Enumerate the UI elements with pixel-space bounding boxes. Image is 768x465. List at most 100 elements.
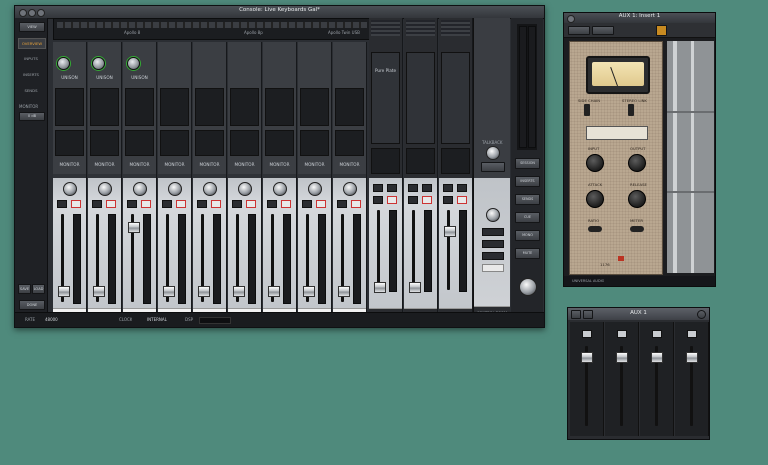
master-btn-3[interactable] xyxy=(482,252,504,260)
insert-slot[interactable] xyxy=(230,88,259,126)
solo-button[interactable] xyxy=(57,200,67,208)
aux-btn-c[interactable] xyxy=(373,196,383,204)
plugin-power-button[interactable] xyxy=(656,25,667,36)
aux-window-mute[interactable] xyxy=(687,330,697,338)
channel-fader[interactable] xyxy=(233,286,245,297)
sidebar-toggle-sends[interactable]: SENDS xyxy=(515,194,540,205)
attack-knob[interactable] xyxy=(586,190,604,208)
stereo-link-toggle[interactable] xyxy=(628,104,634,116)
talkback-knob[interactable] xyxy=(486,146,500,160)
nav-overview[interactable]: OVERVIEW xyxy=(18,38,46,49)
insert-slot[interactable] xyxy=(55,88,84,126)
aux-mute[interactable] xyxy=(387,196,397,204)
send-slot[interactable] xyxy=(160,130,189,156)
aux-window-fader[interactable] xyxy=(686,352,698,363)
aux-insert-slot[interactable] xyxy=(441,52,470,144)
send-slot[interactable] xyxy=(230,130,259,156)
mute-button[interactable] xyxy=(71,200,81,208)
mute-button[interactable] xyxy=(106,200,116,208)
aux-window-fader[interactable] xyxy=(651,352,663,363)
aux-window-mute[interactable] xyxy=(652,330,662,338)
mute-button[interactable] xyxy=(281,200,291,208)
output-knob[interactable] xyxy=(628,154,646,172)
aux-fader[interactable] xyxy=(444,226,456,237)
aux-close-button[interactable] xyxy=(697,310,706,319)
channel-fader[interactable] xyxy=(268,286,280,297)
aux-window-fader[interactable] xyxy=(616,352,628,363)
aux-window-mute[interactable] xyxy=(582,330,592,338)
send-slot[interactable] xyxy=(55,130,84,156)
sidebar-toggle-inserts[interactable]: INSERTS xyxy=(515,176,540,187)
channel-fader[interactable] xyxy=(198,286,210,297)
meter-select[interactable] xyxy=(586,126,648,140)
send-slot[interactable] xyxy=(300,130,329,156)
aux-btn-a[interactable] xyxy=(443,184,453,192)
nav-inputs[interactable]: INPUTS xyxy=(18,54,44,63)
channel-fader[interactable] xyxy=(338,286,350,297)
sidebar-toggle-mono[interactable]: MONO xyxy=(515,230,540,241)
nav-sends[interactable]: SENDS xyxy=(18,86,44,95)
solo-button[interactable] xyxy=(232,200,242,208)
insert-slot[interactable] xyxy=(90,88,119,126)
preamp-knob[interactable] xyxy=(92,57,105,70)
control-room-knob[interactable] xyxy=(486,208,500,222)
aux-insert-slot[interactable] xyxy=(406,52,435,144)
sidebar-toggle-session[interactable]: SESSION xyxy=(515,158,540,169)
channel-fader[interactable] xyxy=(128,222,140,233)
aux-btn-a[interactable] xyxy=(373,184,383,192)
aux-btn-b[interactable] xyxy=(457,184,467,192)
pan-knob[interactable] xyxy=(168,182,182,196)
pan-knob[interactable] xyxy=(308,182,322,196)
aux-btn-c[interactable] xyxy=(408,196,418,204)
aux-mute[interactable] xyxy=(457,196,467,204)
aux-mute[interactable] xyxy=(422,196,432,204)
aux-fader[interactable] xyxy=(409,282,421,293)
solo-button[interactable] xyxy=(162,200,172,208)
preamp-knob[interactable] xyxy=(127,57,140,70)
send-slot[interactable] xyxy=(335,130,364,156)
aux-btn-b[interactable] xyxy=(422,184,432,192)
preamp-knob[interactable] xyxy=(57,57,70,70)
monitor-level-knob[interactable] xyxy=(519,278,537,296)
insert-slot[interactable] xyxy=(265,88,294,126)
load-button[interactable]: LOAD xyxy=(32,284,45,294)
mute-button[interactable] xyxy=(176,200,186,208)
channel-fader[interactable] xyxy=(163,286,175,297)
solo-button[interactable] xyxy=(92,200,102,208)
master-btn-1[interactable] xyxy=(482,228,504,236)
sidechain-toggle[interactable] xyxy=(584,104,590,116)
aux-window-fader[interactable] xyxy=(581,352,593,363)
talkback-button[interactable] xyxy=(481,162,505,172)
mute-button[interactable] xyxy=(246,200,256,208)
aux-window-mute[interactable] xyxy=(617,330,627,338)
plugin-bypass-button[interactable] xyxy=(592,26,614,35)
insert-slot[interactable] xyxy=(160,88,189,126)
solo-button[interactable] xyxy=(197,200,207,208)
send-slot[interactable] xyxy=(265,130,294,156)
solo-button[interactable] xyxy=(302,200,312,208)
pan-knob[interactable] xyxy=(238,182,252,196)
clock-value[interactable]: INTERNAL xyxy=(147,317,167,322)
aux-btn-c[interactable] xyxy=(443,196,453,204)
mute-button[interactable] xyxy=(211,200,221,208)
plugin-preset-button[interactable] xyxy=(568,26,590,35)
send-slot[interactable] xyxy=(90,130,119,156)
done-button[interactable]: DONE xyxy=(19,300,45,310)
master-btn-2[interactable] xyxy=(482,240,504,248)
insert-slot[interactable] xyxy=(300,88,329,126)
channel-fader[interactable] xyxy=(303,286,315,297)
mute-button[interactable] xyxy=(316,200,326,208)
ratio-switch[interactable] xyxy=(588,226,602,232)
sidebar-toggle-mute[interactable]: MUTE xyxy=(515,248,540,259)
sidebar-toggle-cue[interactable]: CUE xyxy=(515,212,540,223)
view-button[interactable]: VIEW xyxy=(19,22,45,32)
send-slot[interactable] xyxy=(195,130,224,156)
meter-switch[interactable] xyxy=(630,226,644,232)
release-knob[interactable] xyxy=(628,190,646,208)
pan-knob[interactable] xyxy=(273,182,287,196)
aux-fader[interactable] xyxy=(374,282,386,293)
aux-insert-slot[interactable] xyxy=(371,52,400,144)
insert-slot[interactable] xyxy=(195,88,224,126)
mute-button[interactable] xyxy=(141,200,151,208)
insert-slot[interactable] xyxy=(335,88,364,126)
